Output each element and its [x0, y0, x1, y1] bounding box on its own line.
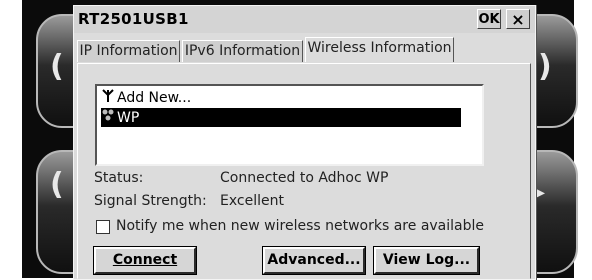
connect-button-label: Connect: [112, 252, 178, 268]
tab-ip-information[interactable]: IP Information: [77, 40, 180, 62]
status-label: Status:: [94, 170, 144, 186]
status-value: Connected to Adhoc WP: [220, 170, 389, 186]
title-bar: RT2501USB1 OK ×: [74, 6, 535, 33]
advanced-button[interactable]: Advanced...: [262, 246, 366, 275]
signal-strength-label: Signal Strength:: [94, 193, 207, 209]
notify-label: Notify me when new wireless networks are…: [116, 218, 485, 234]
list-item-label: WP: [117, 110, 140, 126]
connect-button[interactable]: Connect: [93, 246, 197, 275]
adhoc-network-icon: [101, 108, 115, 128]
tab-wireless-information[interactable]: Wireless Information: [305, 37, 454, 62]
wireless-properties-dialog: RT2501USB1 OK × IP Information IPv6 Info…: [73, 5, 536, 280]
background-arc-icon: ): [538, 49, 552, 84]
antenna-icon: [101, 89, 115, 108]
view-log-button-label: View Log...: [382, 252, 471, 268]
window-title: RT2501USB1: [78, 10, 189, 28]
list-item-add-new[interactable]: Add New...: [101, 89, 191, 108]
ok-button[interactable]: OK: [477, 9, 501, 29]
view-log-button[interactable]: View Log...: [373, 246, 480, 275]
tab-ipv6-information[interactable]: IPv6 Information: [182, 40, 303, 62]
background-arc-icon: (: [50, 167, 64, 202]
background-arrow-icon: ▸: [536, 182, 546, 203]
list-item-wp[interactable]: WP: [101, 108, 461, 127]
background-arc-icon: (: [50, 49, 64, 84]
signal-strength-value: Excellent: [220, 193, 284, 209]
advanced-button-label: Advanced...: [267, 252, 361, 268]
list-item-label: Add New...: [117, 90, 192, 106]
notify-checkbox[interactable]: [96, 220, 110, 234]
network-list[interactable]: Add New... WP: [95, 84, 484, 166]
close-button[interactable]: ×: [506, 9, 530, 29]
